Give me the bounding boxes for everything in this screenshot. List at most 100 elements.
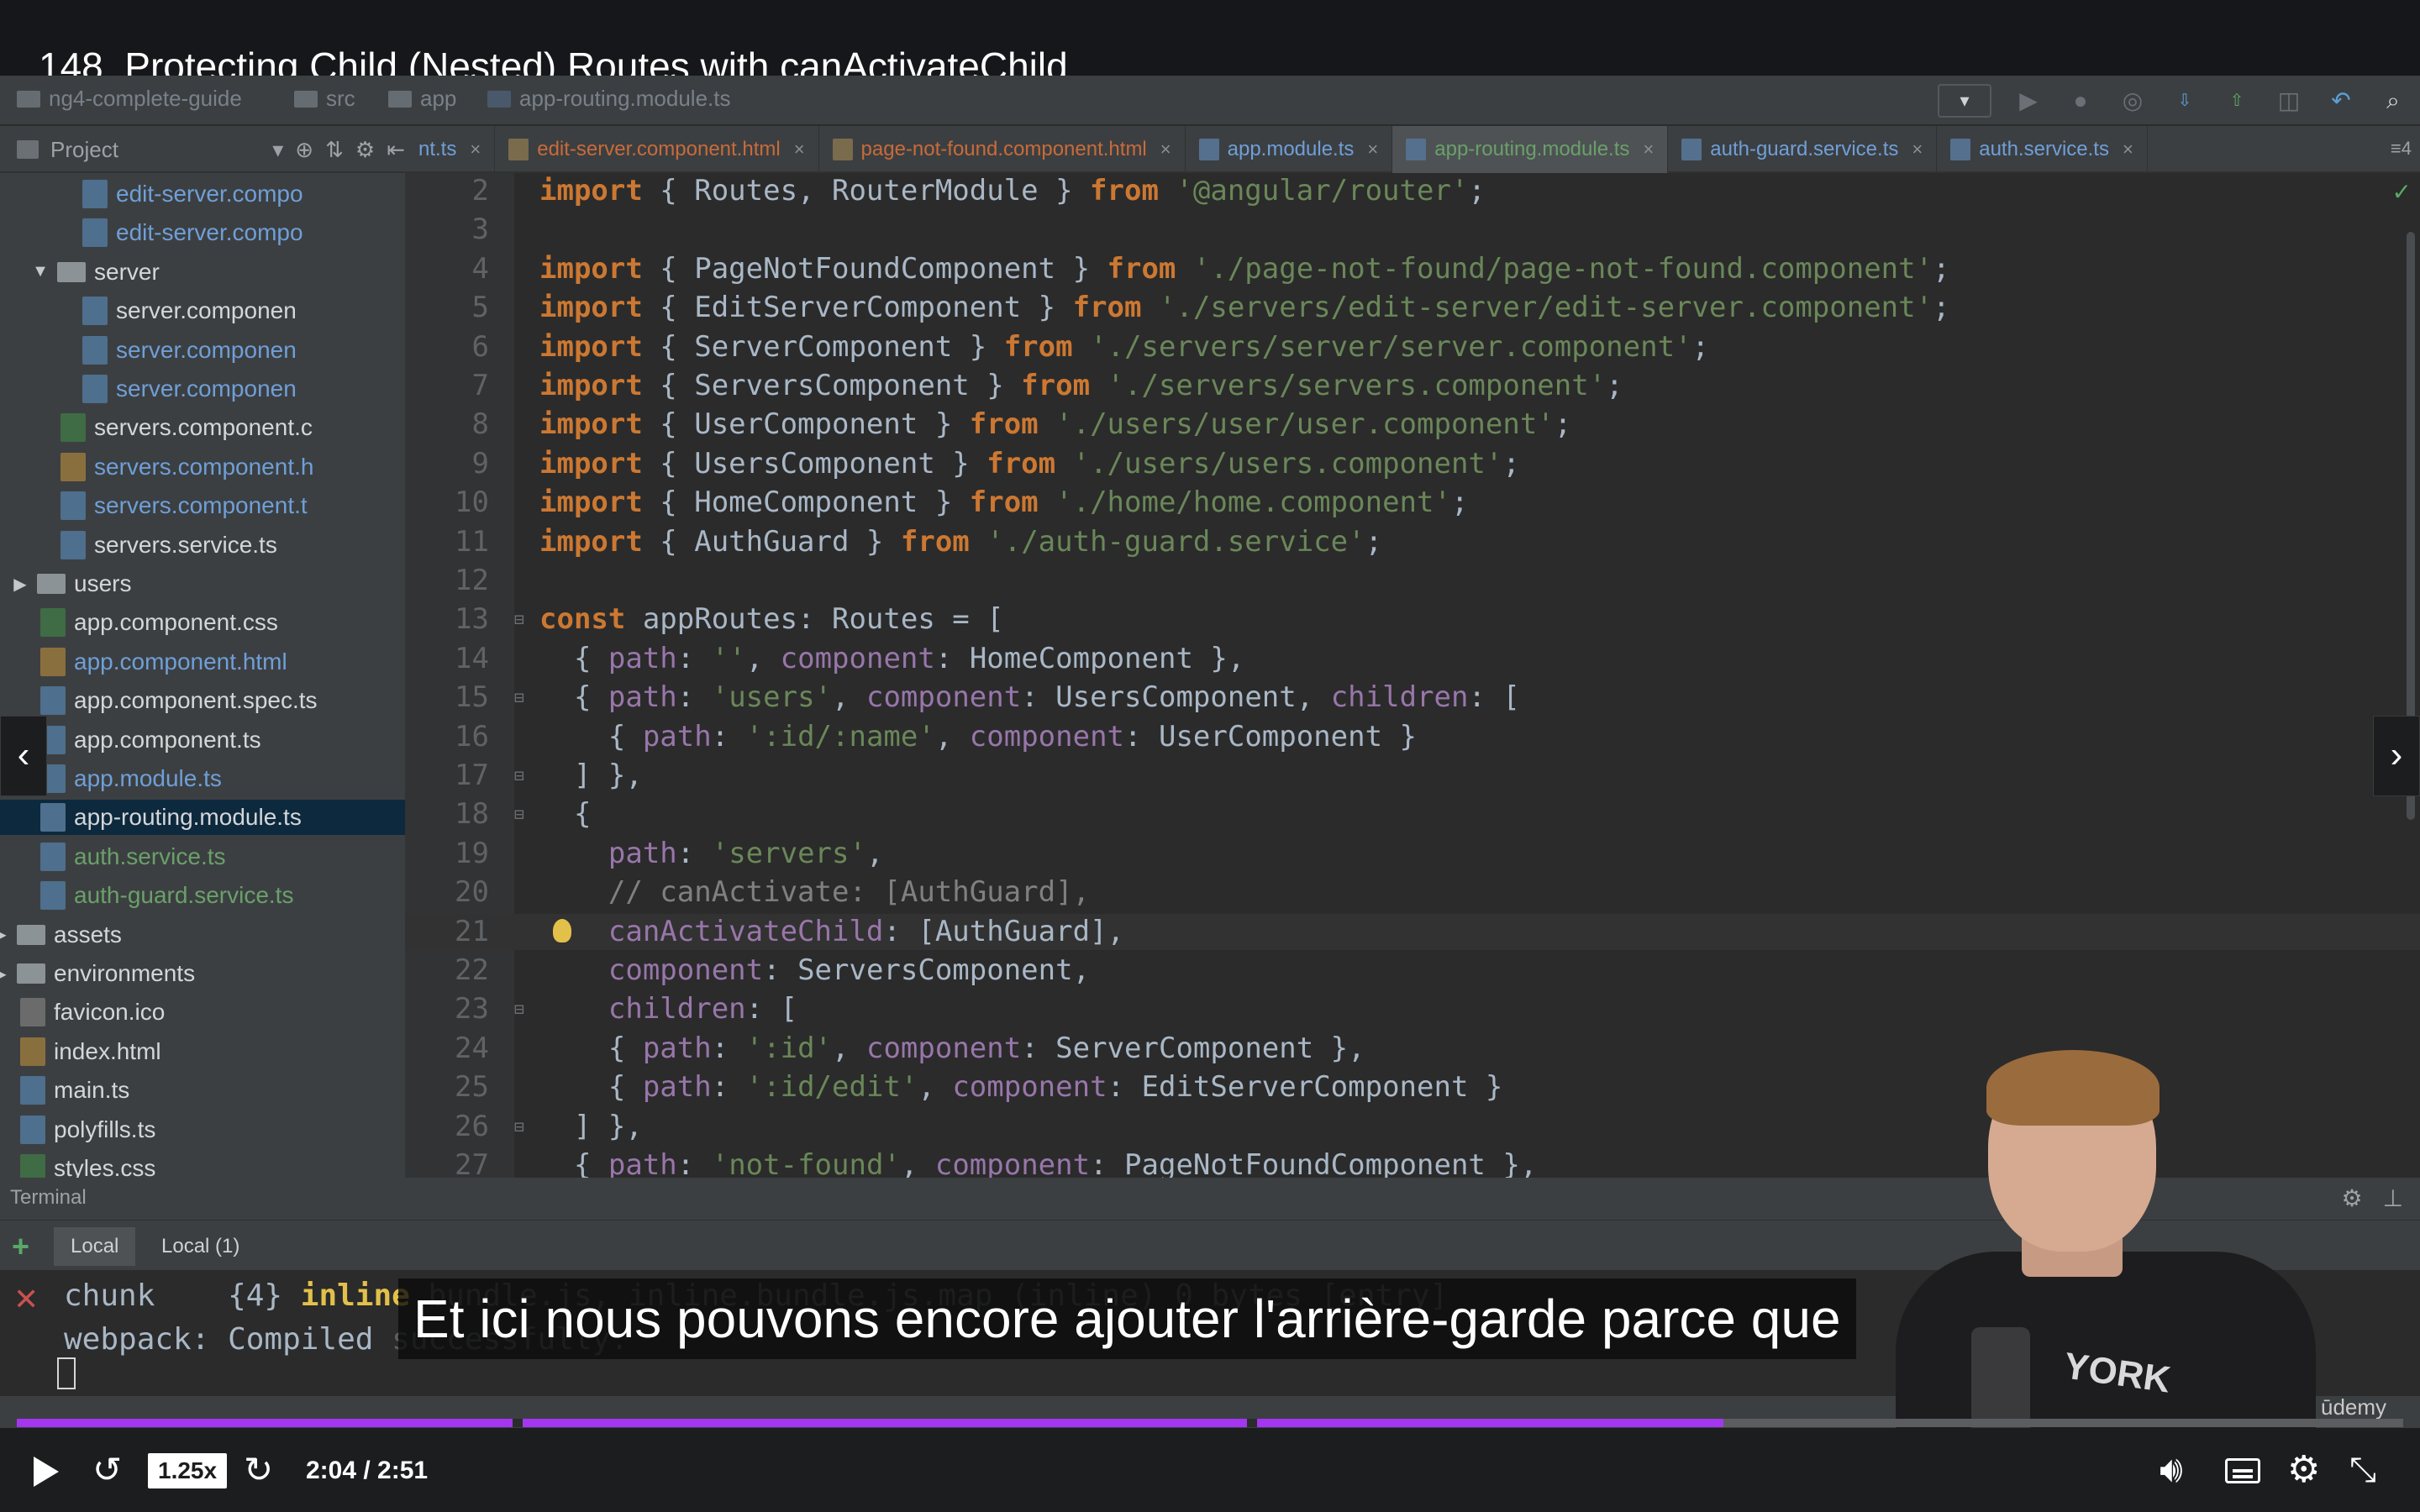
code-line[interactable]: 7 import { ServersComponent } from './ser… [405,368,2420,404]
close-icon[interactable]: × [1367,139,1378,160]
fold-marker-icon[interactable]: ⊟ [514,796,524,832]
sync-icon[interactable]: ⊕ [295,137,313,163]
forward-icon[interactable]: ↻ [244,1450,273,1490]
code-line[interactable]: 6 import { ServerComponent } from './serv… [405,329,2420,365]
tree-file[interactable]: styles.css [20,1151,155,1178]
code-line[interactable]: 4 import { PageNotFoundComponent } from '… [405,251,2420,287]
fold-marker-icon[interactable]: ⊟ [514,991,524,1027]
chevron-right-icon[interactable]: ▶ [0,924,8,945]
tree-file[interactable]: servers.component.h [60,449,313,485]
video-progress-bar[interactable] [17,1419,2403,1427]
code-line[interactable]: 17 ⊟ ] }, [405,758,2420,794]
code-line[interactable]: 10 import { HomeComponent } from './home/… [405,485,2420,521]
vcs-update-icon[interactable]: ⇩ [2170,86,2200,116]
run-icon[interactable]: ▶ [2013,86,2044,116]
tree-file[interactable]: main.ts [20,1073,129,1108]
play-icon[interactable] [34,1457,59,1487]
fold-marker-icon[interactable]: ⊟ [514,680,524,716]
tree-folder[interactable]: ▼ server [32,255,160,290]
fold-marker-icon[interactable]: ⊟ [514,601,524,638]
tree-file[interactable]: app-routing.module.ts [0,800,405,836]
code-line[interactable]: 20 // canActivate: [AuthGuard], [405,874,2420,911]
close-icon[interactable]: × [794,139,805,160]
code-line[interactable]: 14 { path: '', component: HomeComponent … [405,641,2420,677]
fold-marker-icon[interactable]: ⊟ [514,758,524,794]
chevron-right-icon[interactable]: ▶ [0,963,8,984]
rewind-icon[interactable]: ↺ [92,1450,122,1490]
tree-file[interactable]: edit-server.compo [82,215,303,250]
code-line[interactable]: 16 { path: ':id/:name', component: UserC… [405,719,2420,755]
settings-gear-icon[interactable]: ⚙ [2287,1450,2320,1490]
vcs-commit-icon[interactable]: ⇧ [2222,86,2252,116]
tree-file[interactable]: app.module.ts [40,761,222,796]
close-icon[interactable]: × [1160,139,1171,160]
editor-tab[interactable]: nt.ts × [405,126,496,173]
gear-icon[interactable]: ⚙ [355,137,375,163]
code-line[interactable]: 5 import { EditServerComponent } from './… [405,290,2420,326]
code-line[interactable]: 2 import { Routes, RouterModule } from '@… [405,173,2420,209]
volume-icon[interactable]: 🔊︎ [2160,1450,2183,1490]
hide-icon[interactable]: ⇤ [387,137,405,163]
tree-file[interactable]: polyfills.ts [20,1112,155,1147]
editor-tab[interactable]: auth-guard.service.ts × [1668,126,1938,173]
tree-file[interactable]: favicon.ico [20,995,165,1030]
tree-file[interactable]: server.componen [82,333,297,368]
add-terminal-icon[interactable]: + [12,1229,29,1264]
debug-icon[interactable]: ● [2065,86,2096,116]
close-icon[interactable]: ✕ [13,1282,39,1317]
exit-fullscreen-icon[interactable]: ⤡ [2349,1450,2376,1490]
code-line[interactable]: 11 import { AuthGuard } from './auth-guar… [405,524,2420,560]
breadcrumb-project[interactable]: ng4-complete-guide [17,86,242,112]
editor-tab[interactable]: app.module.ts × [1186,126,1393,173]
tree-folder[interactable]: ▶ environments [0,956,195,991]
tree-file[interactable]: server.componen [82,371,297,407]
tree-file[interactable]: app.component.css [40,605,278,640]
tree-folder[interactable]: ▶ assets [0,917,122,953]
editor-tab[interactable]: auth.service.ts × [1937,126,2148,173]
coverage-icon[interactable]: ◎ [2118,86,2148,116]
tree-file[interactable]: server.componen [82,293,297,328]
code-line[interactable]: 15 ⊟ { path: 'users', component: UsersCom… [405,680,2420,716]
terminal-tab-local-1[interactable]: Local (1) [145,1227,256,1266]
revert-icon[interactable]: ↶ [2326,86,2356,116]
code-line[interactable]: 12 [405,563,2420,599]
tree-file[interactable]: app.component.spec.ts [40,683,318,718]
tabs-overflow[interactable]: ≡4 [2391,138,2412,160]
tree-file[interactable]: app.component.html [40,644,287,680]
editor-tab[interactable]: edit-server.component.html × [495,126,819,173]
tree-file[interactable]: auth-guard.service.ts [40,878,293,913]
breadcrumb-app[interactable]: app [388,86,456,112]
terminal-tab-local[interactable]: Local [54,1227,136,1266]
close-icon[interactable]: × [1643,139,1654,160]
collapse-icon[interactable]: ⇅ [325,137,344,163]
search-icon[interactable]: ⌕ [2378,86,2408,116]
project-panel-header[interactable]: Project ▾ ⊕ ⇅ ⚙ ⇤ [0,126,405,173]
playback-speed-button[interactable]: 1.25x [148,1453,228,1488]
tree-file[interactable]: servers.component.c [60,410,313,445]
tree-file[interactable]: servers.service.ts [60,528,277,563]
chevron-down-icon[interactable]: ▼ [32,262,49,281]
code-line[interactable]: 3 [405,212,2420,248]
code-line[interactable]: 21 canActivateChild: [AuthGuard], [405,913,2420,950]
close-icon[interactable]: × [470,139,481,160]
tree-file[interactable]: servers.component.t [60,488,308,523]
chevron-down-icon[interactable]: ▾ [272,137,283,163]
history-icon[interactable]: ◫ [2274,86,2304,116]
code-line[interactable]: 23 ⊟ children: [ [405,991,2420,1027]
editor-tab[interactable]: page-not-found.component.html × [819,126,1186,173]
code-line[interactable]: 18 ⊟ { [405,796,2420,832]
code-line[interactable]: 9 import { UsersComponent } from './users… [405,446,2420,482]
close-icon[interactable]: × [1912,139,1923,160]
code-editor[interactable]: 2 import { Routes, RouterModule } from '@… [405,173,2420,1178]
gear-icon[interactable]: ⚙ [2342,1184,2363,1212]
captions-icon[interactable] [2225,1458,2260,1483]
close-icon[interactable]: × [2123,139,2133,160]
tree-file[interactable]: index.html [20,1034,161,1069]
tree-folder[interactable]: ▶ users [13,566,131,601]
run-config-dropdown[interactable]: ▾ [1938,84,1991,118]
code-line[interactable]: 19 path: 'servers', [405,836,2420,872]
breadcrumb-file[interactable]: app-routing.module.ts [487,86,730,112]
code-line[interactable]: 8 import { UserComponent } from './users/… [405,407,2420,443]
chevron-right-icon[interactable]: ▶ [12,574,29,595]
hide-panel-icon[interactable]: ⊥ [2383,1184,2403,1212]
